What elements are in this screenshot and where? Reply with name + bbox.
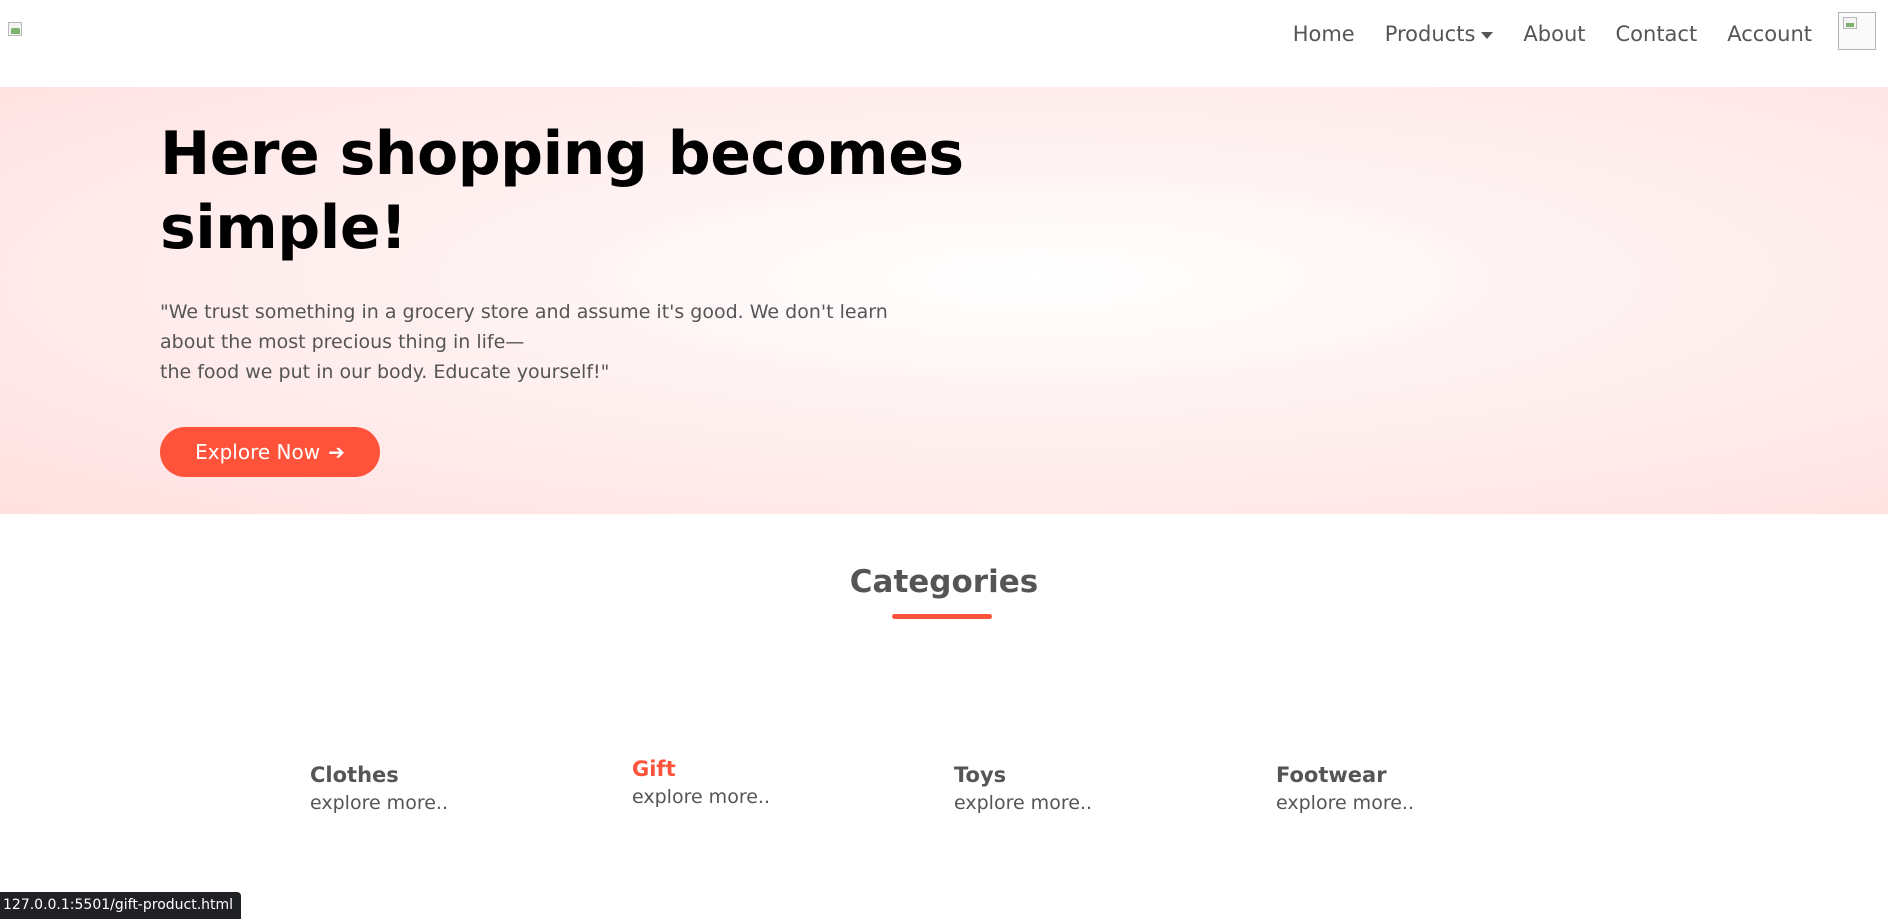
nav-link-home[interactable]: Home — [1293, 20, 1355, 48]
nav-link-about[interactable]: About — [1523, 20, 1585, 48]
caret-down-icon — [1481, 31, 1494, 39]
explore-now-button[interactable]: Explore Now ➔ — [160, 427, 380, 477]
hero-quote-line1: "We trust something in a grocery store a… — [160, 301, 888, 323]
category-name[interactable]: Clothes — [310, 761, 550, 789]
category-explore-link[interactable]: explore more.. — [632, 783, 872, 811]
category-explore-link[interactable]: explore more.. — [1276, 789, 1516, 817]
cart-broken-image-icon[interactable] — [1838, 12, 1876, 50]
category-item-clothes[interactable]: Clothes explore more.. — [310, 761, 550, 817]
nav-link-products-label: Products — [1384, 22, 1476, 46]
category-explore-link[interactable]: explore more.. — [954, 789, 1194, 817]
category-item-toys[interactable]: Toys explore more.. — [954, 761, 1194, 817]
broken-image-thumb — [1843, 17, 1857, 29]
nav-link-account[interactable]: Account — [1727, 20, 1812, 48]
status-bar-url: 127.0.0.1:5501/gift-product.html — [0, 892, 242, 919]
broken-image-hill — [11, 28, 20, 34]
category-item-footwear[interactable]: Footwear explore more.. — [1276, 761, 1516, 817]
category-name[interactable]: Toys — [954, 761, 1194, 789]
category-explore-link[interactable]: explore more.. — [310, 789, 550, 817]
hero-quote-line2: about the most precious thing in life— — [160, 331, 525, 353]
navbar: Home Products About Contact Account — [0, 0, 1888, 87]
logo-broken-image-icon[interactable] — [8, 22, 30, 40]
hero-quote: "We trust something in a grocery store a… — [160, 297, 960, 387]
hero-quote-line3: the food we put in our body. Educate you… — [160, 361, 610, 383]
nav-link-contact[interactable]: Contact — [1616, 20, 1698, 48]
hero-section: Here shopping becomes simple! "We trust … — [0, 87, 1888, 514]
nav-link-products[interactable]: Products — [1385, 20, 1494, 48]
category-name[interactable]: Footwear — [1276, 761, 1516, 789]
explore-now-label: Explore Now — [195, 440, 321, 464]
categories-title-underline — [892, 614, 992, 619]
hero-title-line2: simple! — [160, 193, 407, 263]
category-name[interactable]: Gift — [632, 755, 872, 783]
hero-title-line1: Here shopping becomes — [160, 119, 964, 189]
nav-menu: Home Products About Contact Account — [1293, 20, 1812, 48]
category-item-gift[interactable]: Gift explore more.. — [632, 755, 872, 811]
categories-title: Categories — [849, 564, 1039, 600]
hero-title: Here shopping becomes simple! — [160, 117, 1020, 265]
arrow-right-icon: ➔ — [328, 440, 345, 464]
